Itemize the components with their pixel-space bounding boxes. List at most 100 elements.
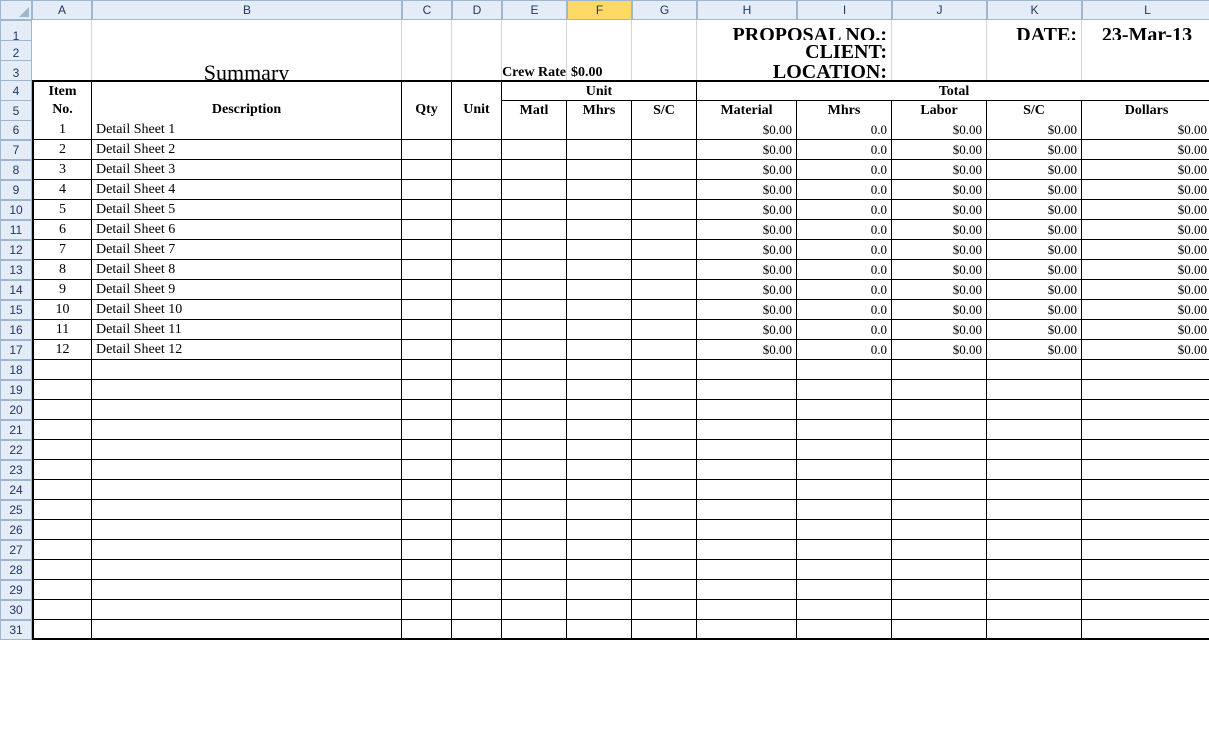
empty-cell[interactable] [797,360,892,380]
cell-matl[interactable] [502,240,567,260]
empty-cell[interactable] [567,360,632,380]
th-item[interactable]: Item [32,80,92,102]
empty-cell[interactable] [502,460,567,480]
empty-cell[interactable] [567,460,632,480]
empty-cell[interactable] [567,400,632,420]
empty-cell[interactable] [987,480,1082,500]
col-header-L[interactable]: L [1082,0,1209,20]
empty-cell[interactable] [987,460,1082,480]
empty-cell[interactable] [987,580,1082,600]
row-header-19[interactable]: 19 [0,380,32,400]
empty-cell[interactable] [402,380,452,400]
row-header-8[interactable]: 8 [0,160,32,180]
empty-cell[interactable] [92,460,402,480]
empty-cell[interactable] [502,520,567,540]
empty-cell[interactable] [452,540,502,560]
cell-labor[interactable]: $0.00 [892,200,987,220]
cell-qty[interactable] [402,280,452,300]
empty-cell[interactable] [1082,460,1209,480]
cell-labor[interactable]: $0.00 [892,260,987,280]
empty-cell[interactable] [697,480,797,500]
cell-no[interactable]: 1 [32,120,92,140]
empty-cell[interactable] [987,540,1082,560]
empty-cell[interactable] [452,620,502,640]
cell-sc[interactable] [632,200,697,220]
cell-sc-total[interactable]: $0.00 [987,120,1082,140]
cell-mhrs[interactable] [567,200,632,220]
select-all-corner[interactable] [0,0,32,20]
cell-matl[interactable] [502,140,567,160]
empty-cell[interactable] [797,580,892,600]
empty-cell[interactable] [32,480,92,500]
row-header-21[interactable]: 21 [0,420,32,440]
cell-sc[interactable] [632,300,697,320]
cell-dollars[interactable]: $0.00 [1082,340,1209,360]
cell-labor[interactable]: $0.00 [892,220,987,240]
cell-unit[interactable] [452,120,502,140]
empty-cell[interactable] [797,480,892,500]
empty-cell[interactable] [502,600,567,620]
empty-cell[interactable] [697,600,797,620]
row-header-25[interactable]: 25 [0,500,32,520]
col-header-J[interactable]: J [892,0,987,20]
empty-cell[interactable] [987,440,1082,460]
empty-cell[interactable] [502,540,567,560]
empty-cell[interactable] [632,420,697,440]
empty-cell[interactable] [92,500,402,520]
row-header-29[interactable]: 29 [0,580,32,600]
cell-matl[interactable] [502,260,567,280]
empty-cell[interactable] [567,540,632,560]
empty-cell[interactable] [452,360,502,380]
cell-qty[interactable] [402,320,452,340]
cell-mhrs[interactable] [567,240,632,260]
cell-qty[interactable] [402,140,452,160]
cell-qty[interactable] [402,340,452,360]
row-header-16[interactable]: 16 [0,320,32,340]
empty-cell[interactable] [92,560,402,580]
cell-mhrs-total[interactable]: 0.0 [797,160,892,180]
empty-cell[interactable] [987,560,1082,580]
col-header-H[interactable]: H [697,0,797,20]
row-header-15[interactable]: 15 [0,300,32,320]
cell-labor[interactable]: $0.00 [892,280,987,300]
empty-cell[interactable] [987,600,1082,620]
empty-cell[interactable] [797,560,892,580]
cell-no[interactable]: 7 [32,240,92,260]
th-sc-total[interactable]: S/C [987,100,1082,122]
cell-mhrs[interactable] [567,260,632,280]
empty-cell[interactable] [1082,560,1209,580]
empty-cell[interactable] [32,420,92,440]
cell-material[interactable]: $0.00 [697,240,797,260]
empty-cell[interactable] [92,400,402,420]
empty-cell[interactable] [402,540,452,560]
cell-mhrs-total[interactable]: 0.0 [797,300,892,320]
empty-cell[interactable] [32,520,92,540]
cell-mhrs[interactable] [567,160,632,180]
row-header-17[interactable]: 17 [0,340,32,360]
cell-sc-total[interactable]: $0.00 [987,320,1082,340]
cell-unit[interactable] [452,320,502,340]
row-header-26[interactable]: 26 [0,520,32,540]
empty-cell[interactable] [892,360,987,380]
empty-cell[interactable] [697,520,797,540]
cell-qty[interactable] [402,180,452,200]
empty-cell[interactable] [567,560,632,580]
row-header-14[interactable]: 14 [0,280,32,300]
cell-sc[interactable] [632,180,697,200]
empty-cell[interactable] [92,420,402,440]
cell-material[interactable]: $0.00 [697,340,797,360]
empty-cell[interactable] [502,420,567,440]
empty-cell[interactable] [502,360,567,380]
cell-no[interactable]: 8 [32,260,92,280]
empty-cell[interactable] [92,620,402,640]
empty-cell[interactable] [402,420,452,440]
cell-sc-total[interactable]: $0.00 [987,220,1082,240]
cell-desc[interactable]: Detail Sheet 8 [92,260,402,280]
row-header-20[interactable]: 20 [0,400,32,420]
empty-cell[interactable] [452,480,502,500]
empty-cell[interactable] [632,400,697,420]
cell-unit[interactable] [452,300,502,320]
cell-dollars[interactable]: $0.00 [1082,220,1209,240]
th-sc[interactable]: S/C [632,100,697,122]
empty-cell[interactable] [402,520,452,540]
